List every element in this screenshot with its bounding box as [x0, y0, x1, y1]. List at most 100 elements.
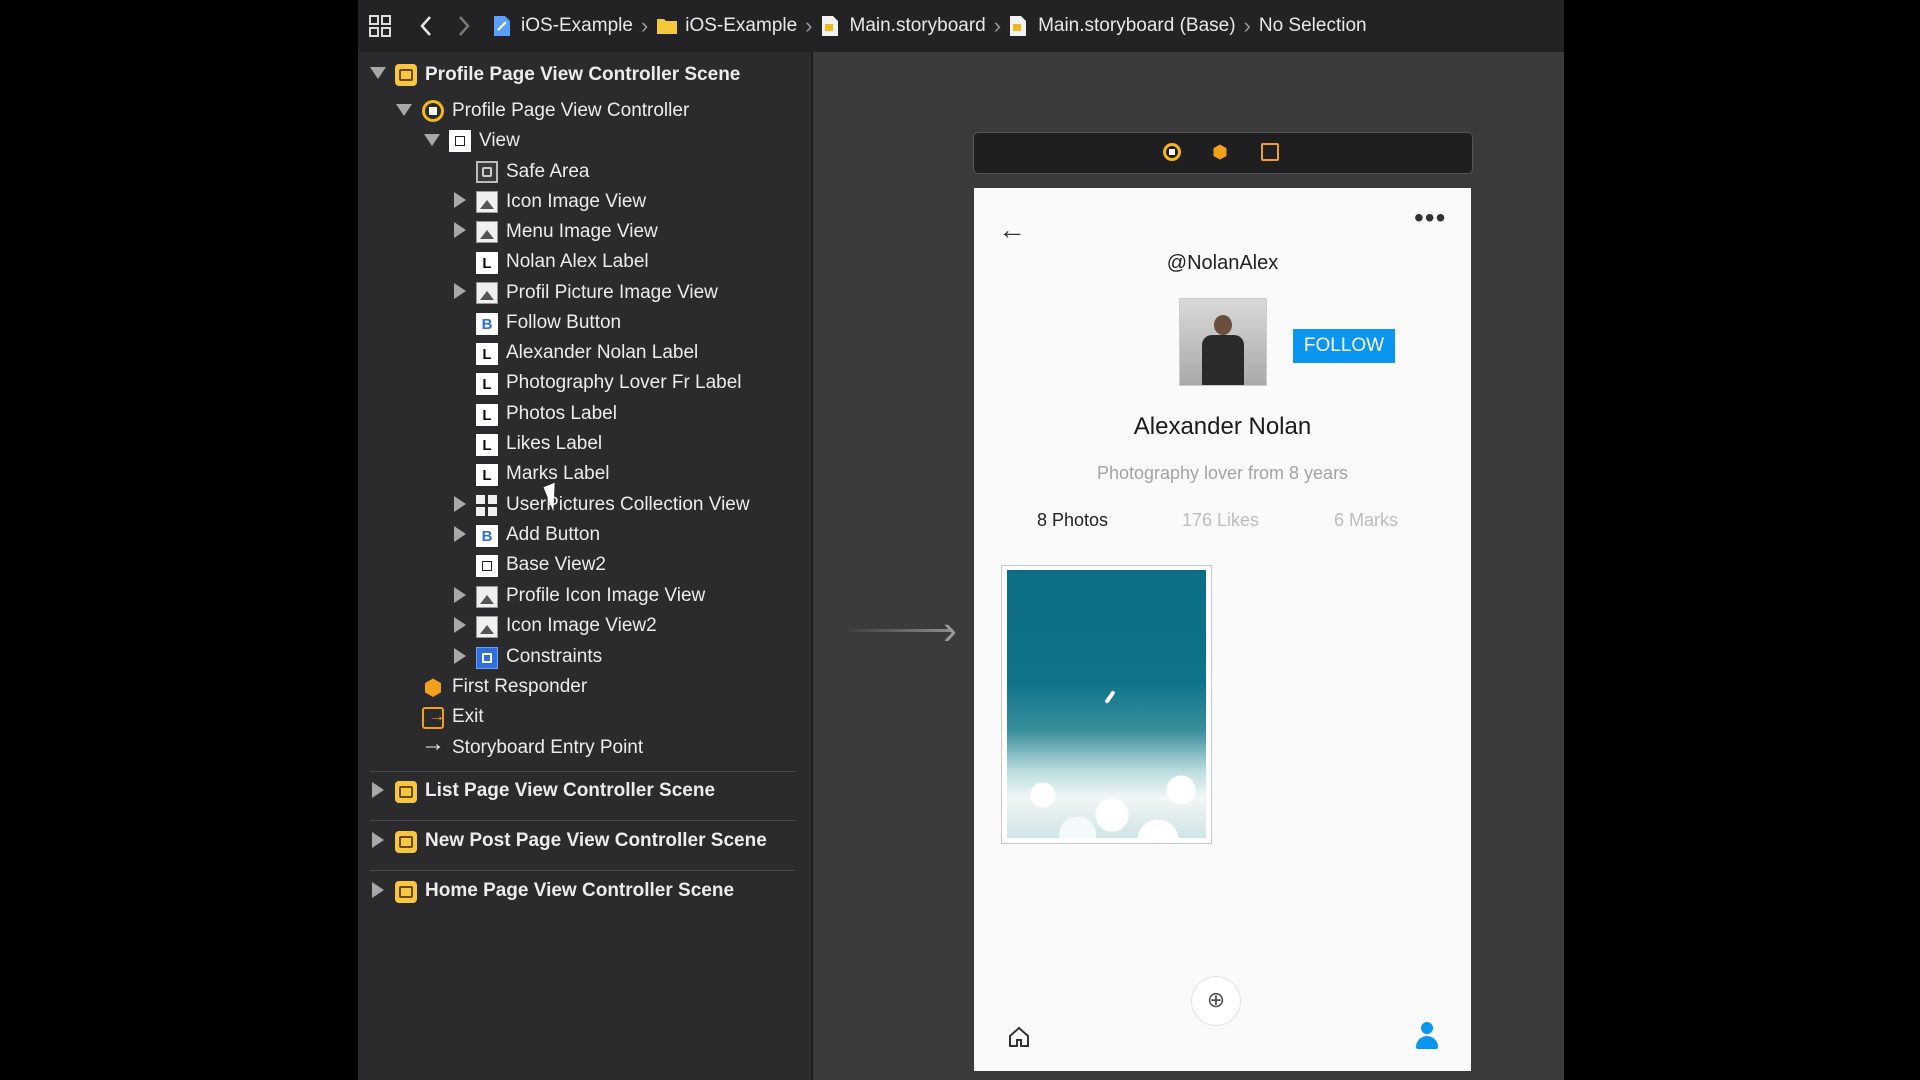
disclosure-open-icon[interactable]: [370, 67, 386, 79]
outline-scene-new-post[interactable]: New Post Page View Controller Scene: [425, 826, 767, 856]
outline-view-label: View: [479, 130, 520, 151]
likes-count-label[interactable]: 176 Likes: [1182, 510, 1259, 531]
exit-icon: [422, 707, 445, 729]
breadcrumb-separator-icon: ›: [1243, 13, 1251, 38]
outline-item-add-button[interactable]: Add Button: [506, 520, 600, 550]
disclosure-closed-icon[interactable]: [454, 587, 466, 603]
folder-icon: [656, 15, 678, 37]
outline-item-label: Profil Picture Image View: [506, 282, 718, 303]
outline-item-photography-lover-label[interactable]: Photography Lover Fr Label: [506, 368, 742, 398]
scene-icon: [395, 781, 417, 803]
add-post-button[interactable]: ⊕: [1191, 976, 1241, 1026]
disclosure-closed-icon[interactable]: [454, 648, 466, 664]
disclosure-closed-icon[interactable]: [372, 832, 384, 848]
disclosure-open-icon[interactable]: [424, 134, 440, 146]
disclosure-closed-icon[interactable]: [372, 782, 384, 798]
outline-item-base-view2[interactable]: Base View2: [506, 550, 606, 580]
breadcrumb-group[interactable]: iOS-Example: [656, 15, 797, 37]
breadcrumb-selection[interactable]: No Selection: [1259, 15, 1367, 37]
outline-item-label: Menu Image View: [506, 221, 658, 242]
outline-exit-label: Exit: [452, 706, 484, 727]
outline-divider: [370, 820, 795, 821]
view-icon: [449, 130, 471, 152]
outline-item-profil-picture-image-view[interactable]: Profil Picture Image View: [506, 278, 718, 308]
disclosure-closed-icon[interactable]: [454, 496, 466, 512]
breadcrumb-project[interactable]: iOS-Example: [492, 15, 633, 37]
entry-point-arrow-head-icon[interactable]: ›: [943, 609, 973, 651]
ocean-surfer-photo: [1007, 570, 1206, 838]
disclosure-closed-icon[interactable]: [372, 882, 384, 898]
breadcrumb-project-label: iOS-Example: [521, 15, 633, 36]
outline-scene-list[interactable]: List Page View Controller Scene: [425, 776, 715, 806]
scene-dock[interactable]: ⬢: [973, 132, 1473, 174]
outline-item-likes-label[interactable]: Likes Label: [506, 429, 602, 459]
outline-item-label: Constraints: [506, 646, 603, 667]
outline-view[interactable]: View: [479, 126, 520, 156]
profile-scene-preview[interactable]: ← ••• @NolanAlex FOLLOW Alexander Nolan …: [974, 188, 1471, 1071]
outline-item-follow-button[interactable]: Follow Button: [506, 308, 621, 338]
outline-view-controller[interactable]: Profile Page View Controller: [452, 96, 689, 126]
entry-point-arrow-line[interactable]: [845, 629, 953, 632]
outline-item-label: Alexander Nolan Label: [506, 342, 699, 363]
outline-item-label: Likes Label: [506, 433, 603, 454]
disclosure-closed-icon[interactable]: [454, 222, 466, 238]
scene-icon: [395, 64, 417, 86]
storyboard-canvas[interactable]: › ⬢ ← ••• @NolanAlex FOLLOW Alexander No…: [813, 52, 1564, 1080]
outline-item-nolan-alex-label[interactable]: Nolan Alex Label: [506, 247, 649, 277]
home-icon[interactable]: [1008, 1026, 1030, 1048]
button-icon: B: [476, 313, 498, 335]
photos-count-label[interactable]: 8 Photos: [1037, 510, 1108, 531]
outline-item-userpictures-collection-view[interactable]: UserPictures Collection View: [506, 490, 750, 520]
view-controller-icon: [422, 100, 444, 122]
breadcrumb-storyboard-label: Main.storyboard: [849, 15, 986, 36]
back-chevron-icon[interactable]: [414, 14, 438, 38]
breadcrumb-storyboard[interactable]: Main.storyboard: [821, 15, 986, 37]
first-responder-cube-icon: ⬢: [423, 675, 443, 700]
outline-item-safe-area[interactable]: Safe Area: [506, 157, 589, 187]
outline-scene-profile-label: Profile Page View Controller Scene: [425, 64, 741, 85]
label-icon: L: [476, 373, 498, 395]
button-icon: B: [476, 525, 498, 547]
label-icon: L: [476, 404, 498, 426]
disclosure-closed-icon[interactable]: [454, 283, 466, 299]
outline-first-responder[interactable]: First Responder: [452, 672, 587, 702]
label-icon: L: [476, 252, 498, 274]
outline-scene-profile[interactable]: Profile Page View Controller Scene: [425, 60, 740, 90]
full-name-label: Alexander Nolan: [1133, 413, 1312, 440]
marks-count-label[interactable]: 6 Marks: [1334, 510, 1398, 531]
entry-point-arrow-icon: →: [421, 730, 445, 757]
outline-item-alexander-nolan-label[interactable]: Alexander Nolan Label: [506, 338, 698, 368]
outline-item-profile-icon-image-view[interactable]: Profile Icon Image View: [506, 581, 705, 611]
profile-tab-icon[interactable]: [1415, 1022, 1439, 1050]
outline-item-menu-image-view[interactable]: Menu Image View: [506, 217, 658, 247]
outline-item-constraints[interactable]: Constraints: [506, 642, 602, 672]
disclosure-closed-icon[interactable]: [454, 192, 466, 208]
image-view-icon: [476, 191, 498, 213]
exit-dock-icon[interactable]: [1261, 143, 1279, 161]
outline-entry-point[interactable]: Storyboard Entry Point: [452, 733, 643, 763]
outline-entry-point-label: Storyboard Entry Point: [452, 737, 644, 758]
outline-scene-home[interactable]: Home Page View Controller Scene: [425, 876, 734, 906]
outline-view-controller-label: Profile Page View Controller: [452, 100, 690, 121]
user-picture-cell[interactable]: [1001, 565, 1212, 844]
breadcrumb: iOS-Example › iOS-Example › Main.storybo…: [492, 0, 1367, 52]
image-view-icon: [476, 586, 498, 608]
outline-exit[interactable]: Exit: [452, 702, 484, 732]
back-arrow-icon[interactable]: ←: [998, 214, 1026, 246]
disclosure-closed-icon[interactable]: [454, 617, 466, 633]
breadcrumb-selection-label: No Selection: [1258, 15, 1367, 36]
related-items-grid-icon[interactable]: [368, 14, 392, 38]
follow-button[interactable]: FOLLOW: [1293, 329, 1395, 363]
outline-item-photos-label[interactable]: Photos Label: [506, 399, 617, 429]
outline-item-icon-image-view2[interactable]: Icon Image View2: [506, 611, 657, 641]
breadcrumb-storyboard-base[interactable]: Main.storyboard (Base): [1009, 15, 1236, 37]
outline-item-marks-label[interactable]: Marks Label: [506, 459, 610, 489]
view-controller-dock-icon[interactable]: [1163, 143, 1181, 161]
forward-chevron-icon[interactable]: [452, 14, 476, 38]
disclosure-open-icon[interactable]: [396, 104, 412, 116]
outline-item-label: Icon Image View2: [506, 615, 657, 636]
first-responder-dock-icon[interactable]: ⬢: [1211, 143, 1229, 161]
more-menu-icon[interactable]: •••: [1414, 202, 1446, 234]
disclosure-closed-icon[interactable]: [454, 526, 466, 542]
outline-item-icon-image-view[interactable]: Icon Image View: [506, 187, 646, 217]
